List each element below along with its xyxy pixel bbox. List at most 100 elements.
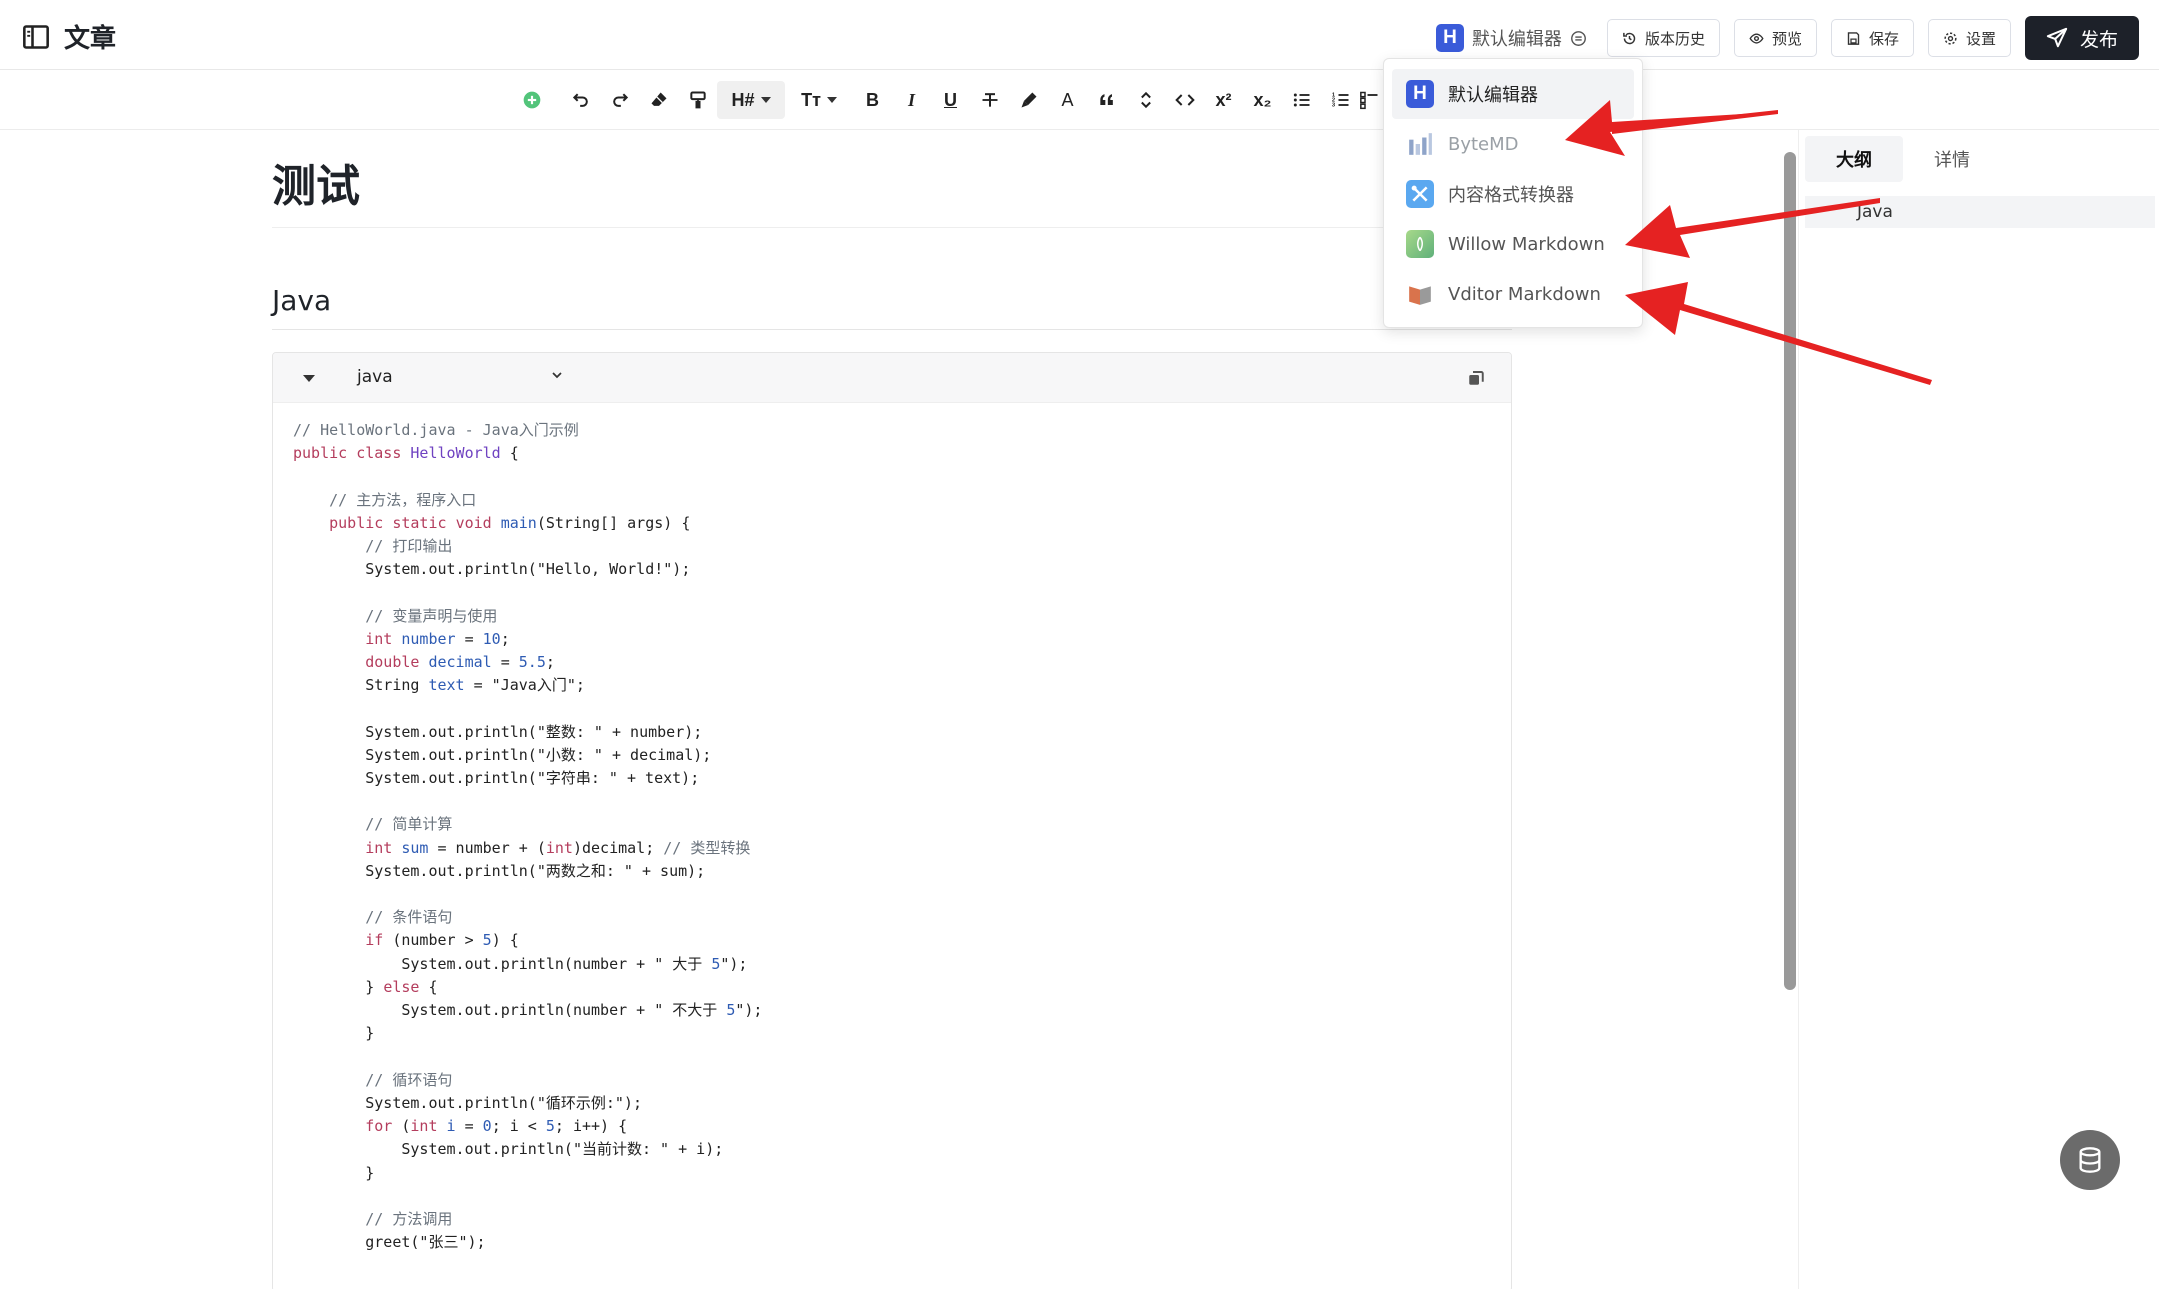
- settings-button[interactable]: 设置: [1927, 19, 2011, 57]
- preview-button[interactable]: 预览: [1733, 19, 1817, 57]
- line-height-button[interactable]: [1126, 81, 1165, 119]
- code-line: if (number > 5) {: [365, 931, 519, 950]
- code-language-label[interactable]: java: [357, 367, 393, 387]
- editor-scrollbar[interactable]: [1784, 152, 1796, 990]
- vditor-icon: [1406, 280, 1434, 308]
- menu-item-label: Willow Markdown: [1448, 233, 1605, 255]
- menu-item-willow-markdown[interactable]: Willow Markdown: [1392, 219, 1634, 269]
- highlighter-icon: [1021, 92, 1036, 108]
- code-line: // 简单计算: [365, 815, 453, 834]
- chevrons-up-down-icon: [1140, 91, 1151, 109]
- article-title[interactable]: 测试: [272, 150, 1512, 228]
- top-header: 文章 H 默认编辑器 版本历史 预览 保存 设置 发布: [0, 0, 2159, 70]
- code-line: }: [293, 1024, 375, 1043]
- code-content[interactable]: // HelloWorld.java - Java入门示例 public cla…: [273, 403, 1511, 1270]
- ordered-list-icon: 123: [1331, 93, 1348, 109]
- default-editor-logo-icon: H: [1435, 24, 1464, 52]
- italic-button[interactable]: I: [892, 81, 931, 119]
- superscript-button[interactable]: x²: [1204, 81, 1243, 119]
- heading-label: H#: [731, 89, 755, 110]
- copy-icon[interactable]: [1467, 369, 1485, 387]
- save-label: 保存: [1868, 29, 1899, 48]
- publish-button[interactable]: 发布: [2025, 16, 2139, 60]
- caret-down-icon: [826, 97, 837, 103]
- article-body: 测试 Java java // HelloWorld.java - Java入门…: [272, 150, 1512, 1289]
- save-button[interactable]: 保存: [1830, 19, 1914, 57]
- tab-details[interactable]: 详情: [1903, 136, 2001, 182]
- strikethrough-icon: [982, 93, 997, 107]
- database-icon: [2079, 1147, 2101, 1173]
- font-color-button[interactable]: A: [1048, 81, 1087, 119]
- ordered-list-button[interactable]: 123: [1321, 81, 1360, 119]
- format-painter-button[interactable]: [678, 81, 717, 119]
- bold-button[interactable]: B: [853, 81, 892, 119]
- sidebar-toggle-icon[interactable]: [22, 23, 50, 51]
- highlight-button[interactable]: [1009, 81, 1048, 119]
- insert-block-button[interactable]: [512, 81, 551, 119]
- header-left: 文章: [22, 18, 116, 55]
- code-line: int sum = number + (int)decimal; // 类型转换: [365, 838, 751, 857]
- text-size-dropdown[interactable]: Tт: [785, 81, 853, 119]
- heading-java[interactable]: Java: [272, 284, 1512, 330]
- history-icon: [1623, 32, 1636, 44]
- code-line: for (int i = 0; i < 5; i++) {: [365, 1117, 628, 1136]
- save-icon: [1847, 31, 1860, 45]
- code-line: // 条件语句: [365, 908, 453, 927]
- database-fab-button[interactable]: [2060, 1130, 2120, 1190]
- editor-switcher[interactable]: H 默认编辑器: [1435, 24, 1587, 52]
- code-line: // 变量声明与使用: [365, 606, 498, 625]
- outline-item-java[interactable]: Java: [1805, 196, 2155, 228]
- menu-item-vditor-markdown[interactable]: Vditor Markdown: [1392, 269, 1634, 319]
- code-line: double decimal = 5.5;: [365, 653, 555, 672]
- redo-button[interactable]: [600, 81, 639, 119]
- tab-outline[interactable]: 大纲: [1805, 136, 1903, 182]
- code-line: // 打印输出: [365, 537, 453, 556]
- code-line: System.out.println("当前计数: " + i);: [293, 1140, 724, 1159]
- code-line: public static void main(String[] args) {: [329, 513, 691, 532]
- task-list-button[interactable]: [1360, 81, 1380, 119]
- code-line: System.out.println(number + " 不大于 5");: [293, 1001, 763, 1020]
- code-line: System.out.println("Hello, World!");: [293, 560, 691, 579]
- code-line: int number = 10;: [365, 629, 510, 648]
- send-icon: [2046, 27, 2068, 48]
- code-line: } else {: [293, 977, 438, 996]
- page: 文章 H 默认编辑器 版本历史 预览 保存 设置 发布 H# Tт B I U …: [0, 0, 2159, 1289]
- code-line: // 方法调用: [365, 1209, 453, 1228]
- heading-dropdown[interactable]: H#: [717, 81, 785, 119]
- code-block-header: java: [273, 353, 1511, 403]
- menu-item-content-converter[interactable]: 内容格式转换器: [1392, 169, 1634, 219]
- code-line: System.out.println("整数: " + number);: [293, 722, 703, 741]
- code-line: System.out.println("循环示例:");: [293, 1093, 642, 1112]
- subscript-button[interactable]: x₂: [1243, 81, 1282, 119]
- menu-item-default-editor[interactable]: H 默认编辑器: [1392, 69, 1634, 119]
- blockquote-button[interactable]: [1087, 81, 1126, 119]
- publish-label: 发布: [2079, 28, 2118, 51]
- undo-button[interactable]: [561, 81, 600, 119]
- bullet-list-icon: [1293, 93, 1309, 107]
- clear-format-button[interactable]: [639, 81, 678, 119]
- version-history-label: 版本历史: [1644, 29, 1705, 48]
- menu-item-label: 默认编辑器: [1448, 85, 1538, 106]
- code-line: // HelloWorld.java - Java入门示例: [293, 421, 579, 439]
- header-actions: H 默认编辑器 版本历史 预览 保存 设置 发布: [1435, 16, 2139, 60]
- version-history-button[interactable]: 版本历史: [1606, 19, 1720, 57]
- right-panel-tabs: 大纲 详情: [1805, 136, 2001, 182]
- inline-code-button[interactable]: [1165, 81, 1204, 119]
- editor-current-label: 默认编辑器: [1471, 29, 1562, 50]
- toolbar-items: H# Tт B I U A x² x₂ 1 2 3: [512, 81, 1380, 119]
- gear-icon: [1944, 31, 1957, 45]
- collapse-caret-icon[interactable]: [303, 375, 315, 382]
- code-line: System.out.println(number + " 大于 5");: [293, 954, 748, 973]
- bullet-list-button[interactable]: [1282, 81, 1321, 119]
- task-list-icon: [1360, 91, 1378, 110]
- chevron-down-icon[interactable]: [549, 367, 565, 383]
- h-logo-icon: H: [1406, 80, 1434, 108]
- menu-item-bytemd[interactable]: ByteMD: [1392, 119, 1634, 169]
- code-line: System.out.println("两数之和: " + sum);: [293, 861, 706, 880]
- bytemd-icon: [1406, 130, 1434, 158]
- underline-button[interactable]: U: [931, 81, 970, 119]
- willow-icon: [1406, 230, 1434, 258]
- editor-dropdown-menu: H 默认编辑器 ByteMD 内容格式转换器 Willow Markdown V…: [1383, 58, 1643, 328]
- menu-item-label: 内容格式转换器: [1448, 185, 1574, 206]
- strikethrough-button[interactable]: [970, 81, 1009, 119]
